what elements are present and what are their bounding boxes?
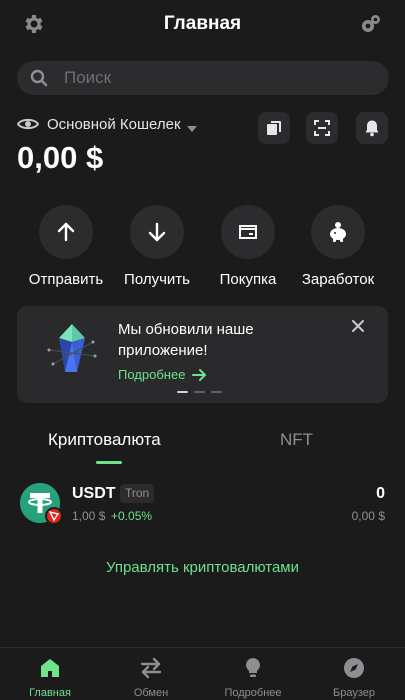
active-tab-indicator xyxy=(96,461,122,464)
search-bar[interactable] xyxy=(17,61,389,95)
token-row[interactable]: USDT Tron 1,00 $ +0.05% 0 0,00 $ xyxy=(0,482,405,526)
wallet-selector[interactable]: Основной Кошелек xyxy=(16,112,197,136)
tab-crypto[interactable]: Криптовалюта xyxy=(48,430,161,450)
eye-icon[interactable] xyxy=(16,116,40,132)
chevron-down-icon xyxy=(186,120,197,132)
nav-label: Подробнее xyxy=(224,687,282,699)
earn-action[interactable]: Заработок xyxy=(292,205,384,288)
bell-icon xyxy=(363,119,381,137)
wallet-name: Основной Кошелек xyxy=(47,115,181,133)
receive-action[interactable]: Получить xyxy=(111,205,203,288)
manage-crypto-link[interactable]: Управлять криптовалютами xyxy=(0,559,405,576)
banner-more-label: Подробнее xyxy=(118,367,186,382)
earn-button[interactable] xyxy=(311,205,365,259)
swap-icon xyxy=(139,656,163,680)
notifications-button[interactable] xyxy=(356,112,388,144)
search-icon xyxy=(30,69,48,87)
arrow-up-icon xyxy=(54,220,78,244)
nav-item-browser[interactable]: Браузер xyxy=(309,656,399,699)
arrow-right-icon xyxy=(185,368,207,382)
buy-button[interactable] xyxy=(221,205,275,259)
token-symbol: USDT xyxy=(72,485,116,502)
nav-item-swap[interactable]: Обмен xyxy=(106,656,196,699)
buy-label: Покупка xyxy=(219,271,277,288)
banner-more-link[interactable]: Подробнее xyxy=(118,367,207,382)
token-fiat-value: 0,00 $ xyxy=(351,509,385,523)
close-icon[interactable] xyxy=(350,318,366,334)
card-icon xyxy=(236,220,260,244)
token-network-badge: Tron xyxy=(120,484,155,503)
token-price: 1,00 $ xyxy=(72,509,106,523)
scan-button[interactable] xyxy=(306,112,338,144)
send-button[interactable] xyxy=(39,205,93,259)
pagination-dot[interactable] xyxy=(211,391,222,393)
nav-item-home[interactable]: Главная xyxy=(5,656,95,699)
crystal-illustration-icon xyxy=(43,320,101,378)
banner-pagination xyxy=(177,391,222,393)
pagination-dot[interactable] xyxy=(194,391,205,393)
lightbulb-icon xyxy=(241,656,265,680)
send-label: Отправить xyxy=(28,271,104,288)
receive-button[interactable] xyxy=(130,205,184,259)
tab-nft[interactable]: NFT xyxy=(280,430,313,450)
token-amount: 0 xyxy=(376,485,385,502)
nav-label: Обмен xyxy=(133,687,169,699)
nav-label: Главная xyxy=(29,687,71,699)
receive-label: Получить xyxy=(124,271,190,288)
compass-icon xyxy=(342,656,366,680)
nav-item-learn[interactable]: Подробнее xyxy=(208,656,298,699)
copy-button[interactable] xyxy=(258,112,290,144)
home-icon xyxy=(38,656,62,680)
piggy-bank-icon xyxy=(326,220,350,244)
arrow-down-icon xyxy=(145,220,169,244)
page-title: Главная xyxy=(163,13,242,34)
token-change: +0.05% xyxy=(111,509,153,523)
copy-icon xyxy=(265,119,283,137)
asset-tabs: Криптовалюта NFT xyxy=(0,430,405,466)
scan-icon xyxy=(313,119,331,137)
nav-label: Браузер xyxy=(333,687,375,699)
send-action[interactable]: Отправить xyxy=(20,205,112,288)
banner-text: Мы обновили наше приложение! xyxy=(118,321,254,359)
wallet-connect-icon[interactable] xyxy=(359,12,383,36)
wallet-balance: 0,00 $ xyxy=(17,140,104,175)
earn-label: Заработок xyxy=(301,271,375,288)
pagination-dot[interactable] xyxy=(177,391,188,393)
update-banner[interactable]: Мы обновили наше приложение! Подробнее xyxy=(17,306,388,403)
buy-action[interactable]: Покупка xyxy=(202,205,294,288)
tron-network-icon xyxy=(45,507,63,525)
bottom-nav: Главная Обмен Подробнее Браузер xyxy=(0,647,405,700)
search-input[interactable] xyxy=(64,61,364,95)
header: Главная xyxy=(0,0,405,50)
